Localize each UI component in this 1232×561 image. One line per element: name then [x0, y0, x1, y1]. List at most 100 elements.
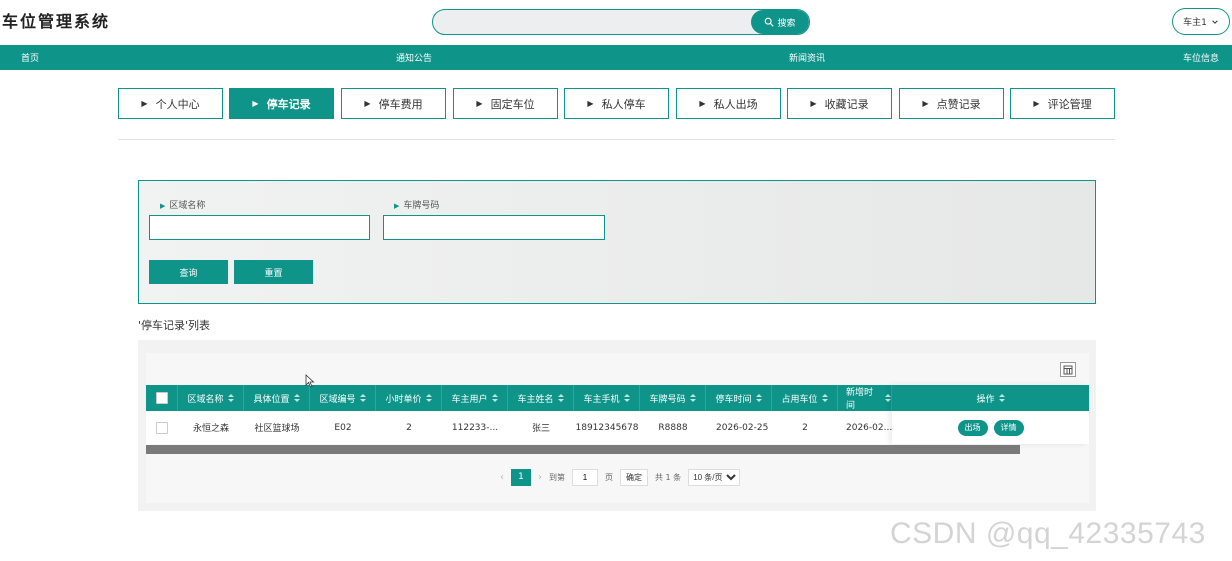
table-cell: 社区篮球场 [254, 424, 300, 434]
next-page-icon[interactable]: › [538, 472, 542, 483]
column-header[interactable]: 车主手机 [574, 385, 640, 411]
tab-arrow-icon: ▶ [699, 99, 706, 108]
plate-number-input[interactable] [383, 215, 605, 240]
goto-page-input[interactable] [572, 468, 598, 486]
records-table: 区域名称 具体位置 区域编号 小时单价 车主用户 车主姓名 车主手机 车牌号码 … [146, 353, 1089, 503]
horizontal-scrollbar[interactable] [146, 445, 1020, 454]
table-cell: 18912345678 [575, 422, 639, 433]
tab-label: 私人出场 [713, 97, 758, 111]
tab-parking-records[interactable]: ▶ 停车记录 [229, 88, 334, 119]
tab-likes[interactable]: ▶ 点赞记录 [899, 88, 1004, 119]
search-button[interactable]: 搜索 [751, 10, 809, 34]
actions-cell: 出场 详情 [892, 411, 1089, 444]
area-name-input[interactable] [149, 215, 370, 240]
sort-icon [491, 393, 498, 403]
tab-private-exit[interactable]: ▶ 私人出场 [676, 88, 781, 119]
tab-arrow-icon: ▶ [141, 99, 148, 108]
column-filter-button[interactable] [1060, 362, 1076, 377]
column-header[interactable]: 区域名称 [178, 385, 244, 411]
table-cell: 2026-02-25 1 [716, 422, 772, 433]
sort-icon [998, 393, 1005, 403]
column-header[interactable]: 操作 [892, 385, 1089, 411]
search-form: ▶ 区域名称 ▶ 车牌号码 查询 重置 [138, 180, 1096, 304]
watermark: CSDN @qq_42335743 [890, 517, 1206, 550]
search-input[interactable] [433, 10, 753, 34]
chevron-down-icon [1212, 19, 1218, 24]
table-cell: R8888 [658, 422, 688, 433]
tabs-divider [118, 139, 1115, 140]
list-title: '停车记录'列表 [138, 319, 211, 332]
select-all-cell [146, 385, 178, 411]
tab-label: 私人停车 [601, 97, 646, 111]
tab-personal-center[interactable]: ▶ 个人中心 [118, 88, 223, 119]
column-header[interactable]: 车主姓名 [508, 385, 574, 411]
tab-fixed-spaces[interactable]: ▶ 固定车位 [453, 88, 558, 119]
sort-icon [359, 393, 366, 403]
tab-comments[interactable]: ▶ 评论管理 [1010, 88, 1115, 119]
tab-label: 评论管理 [1047, 97, 1092, 111]
tab-label: 停车记录 [266, 97, 311, 111]
sort-icon [623, 393, 630, 403]
column-header[interactable]: 车牌号码 [640, 385, 706, 411]
table-cell: 2 [406, 422, 412, 433]
detail-button[interactable]: 详情 [993, 419, 1024, 436]
tab-label: 个人中心 [155, 97, 200, 111]
column-header[interactable]: 小时单价 [376, 385, 442, 411]
sort-icon [293, 393, 300, 403]
tab-arrow-icon: ▶ [364, 99, 371, 108]
tab-private-parking[interactable]: ▶ 私人停车 [564, 88, 669, 119]
column-header[interactable]: 占用车位 [772, 385, 838, 411]
plate-number-label: ▶ 车牌号码 [394, 201, 440, 211]
row-select-cell [146, 411, 178, 444]
reset-button[interactable]: 重置 [234, 260, 313, 284]
sort-icon [557, 393, 564, 403]
row-checkbox[interactable] [156, 421, 168, 434]
column-header[interactable]: 车主用户 [442, 385, 508, 411]
user-name: 车主1 [1183, 18, 1207, 28]
tab-arrow-icon: ▶ [810, 99, 817, 108]
tab-arrow-icon: ▶ [587, 99, 594, 108]
records-table-container: 区域名称 具体位置 区域编号 小时单价 车主用户 车主姓名 车主手机 车牌号码 … [138, 340, 1096, 511]
column-header[interactable]: 新增时间 [838, 385, 892, 411]
column-header[interactable]: 停车时间 [706, 385, 772, 411]
sort-icon [821, 393, 828, 403]
tab-parking-fees[interactable]: ▶ 停车费用 [341, 88, 446, 119]
current-page[interactable]: 1 [511, 468, 531, 486]
tab-arrow-icon: ▶ [476, 99, 483, 108]
exit-button[interactable]: 出场 [957, 419, 988, 436]
search-icon [765, 17, 775, 27]
page-root: 车位管理系统 搜索 车主1 首页 通知公告 新闻资讯 车位信息 ▶ 个人中心 ▶ 停… [0, 0, 1232, 561]
prev-page-icon[interactable]: ‹ [500, 472, 504, 483]
user-menu[interactable]: 车主1 [1172, 8, 1230, 35]
table-cell: 张三 [531, 424, 550, 434]
tab-arrow-icon: ▶ [922, 99, 929, 108]
tab-label: 点赞记录 [936, 97, 981, 111]
column-header[interactable]: 具体位置 [244, 385, 310, 411]
query-button[interactable]: 查询 [149, 260, 228, 284]
tab-label: 停车费用 [378, 97, 423, 111]
goto-confirm-button[interactable]: 确定 [620, 468, 648, 486]
table-row: 永恒之森 社区篮球场 E02 2 112233-... 张三 189123456… [146, 411, 1089, 444]
table-cell: 永恒之森 [192, 424, 229, 434]
tab-arrow-icon: ▶ [252, 99, 259, 108]
page-unit-label: 页 [605, 472, 613, 482]
select-all-checkbox[interactable] [155, 392, 168, 404]
tab-arrow-icon: ▶ [1033, 99, 1040, 108]
main-nav: 首页 通知公告 新闻资讯 车位信息 [0, 45, 1232, 70]
search-bar: 搜索 [432, 9, 810, 35]
nav-item-parking-info[interactable]: 车位信息 [1183, 51, 1219, 64]
table-cell: 112233-... [451, 422, 499, 433]
tab-favorites[interactable]: ▶ 收藏记录 [787, 88, 892, 119]
page-size-select[interactable]: 10 条/页 [688, 468, 741, 486]
table-cell: E02 [334, 422, 352, 433]
total-count: 共 1 条 [655, 472, 682, 482]
columns-icon [1063, 365, 1073, 374]
sort-icon [689, 393, 696, 403]
pagination: ‹ 1 › 到第 页 确定 共 1 条 10 条/页 [500, 468, 741, 486]
nav-item-home[interactable]: 首页 [21, 51, 39, 64]
search-button-label: 搜索 [777, 18, 796, 29]
nav-item-news[interactable]: 新闻资讯 [789, 51, 825, 64]
nav-item-notice[interactable]: 通知公告 [396, 51, 432, 64]
sort-icon [885, 393, 891, 403]
column-header[interactable]: 区域编号 [310, 385, 376, 411]
